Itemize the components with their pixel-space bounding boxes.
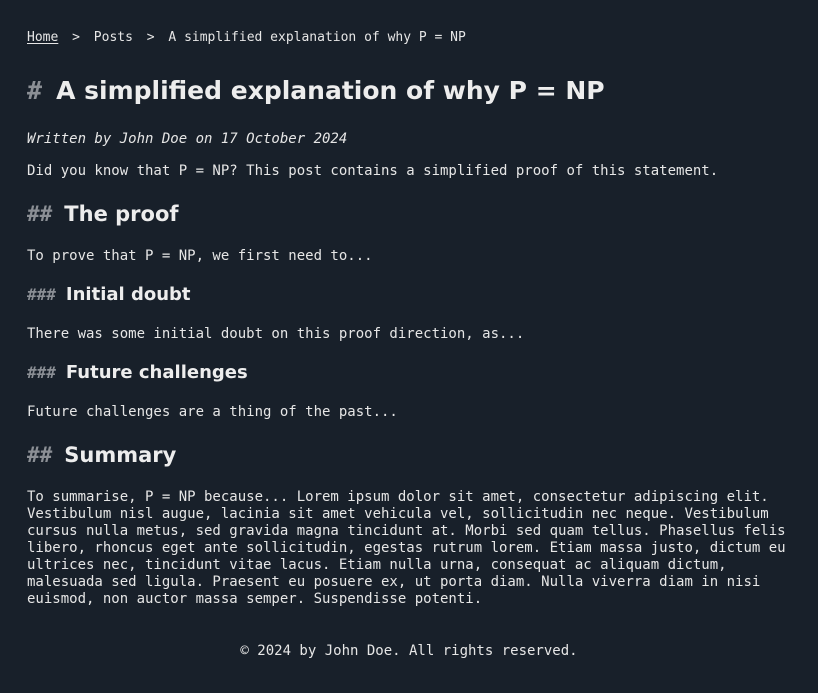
- breadcrumb-posts: Posts: [93, 30, 133, 45]
- section-heading-text: The proof: [64, 202, 179, 226]
- heading-hash-marker: ##: [27, 443, 53, 467]
- section-heading-initial-doubt: ### Initial doubt: [27, 283, 191, 307]
- section-heading-text: Summary: [64, 443, 177, 467]
- heading-hash-marker: ###: [27, 363, 56, 382]
- breadcrumb-current: A simplified explanation of why P = NP: [168, 30, 466, 45]
- section-heading-text: Future challenges: [65, 362, 248, 383]
- section-heading-future-challenges: ### Future challenges: [27, 361, 248, 385]
- heading-hash-marker: ###: [27, 285, 56, 304]
- breadcrumb-separator: >: [146, 30, 155, 45]
- post-byline: Written by John Doe on 17 October 2024: [27, 131, 348, 147]
- section-text-summary: To summarise, P = NP because... Lorem ip…: [27, 489, 786, 607]
- section-heading-summary: ## Summary: [27, 441, 176, 469]
- section-heading-proof: ## The proof: [27, 200, 179, 228]
- breadcrumb-separator: >: [72, 30, 80, 45]
- section-text-proof: To prove that P = NP, we first need to..…: [27, 248, 373, 264]
- heading-hash-marker: #: [27, 76, 43, 105]
- section-text-future-challenges: Future challenges are a thing of the pas…: [27, 404, 398, 420]
- page-footer: © 2024 by John Doe. All rights reserved.: [240, 643, 578, 659]
- breadcrumb: Home > Posts > A simplified explanation …: [27, 29, 466, 47]
- section-heading-text: Initial doubt: [65, 284, 191, 305]
- breadcrumb-home-link[interactable]: Home: [27, 30, 58, 45]
- section-text-initial-doubt: There was some initial doubt on this pro…: [27, 326, 525, 342]
- heading-hash-marker: ##: [27, 202, 53, 226]
- page-title: # A simplified explanation of why P = NP: [27, 74, 605, 108]
- blog-post-page: Home > Posts > A simplified explanation …: [0, 0, 818, 693]
- post-intro: Did you know that P = NP? This post cont…: [27, 163, 719, 179]
- page-title-text: A simplified explanation of why P = NP: [56, 76, 605, 105]
